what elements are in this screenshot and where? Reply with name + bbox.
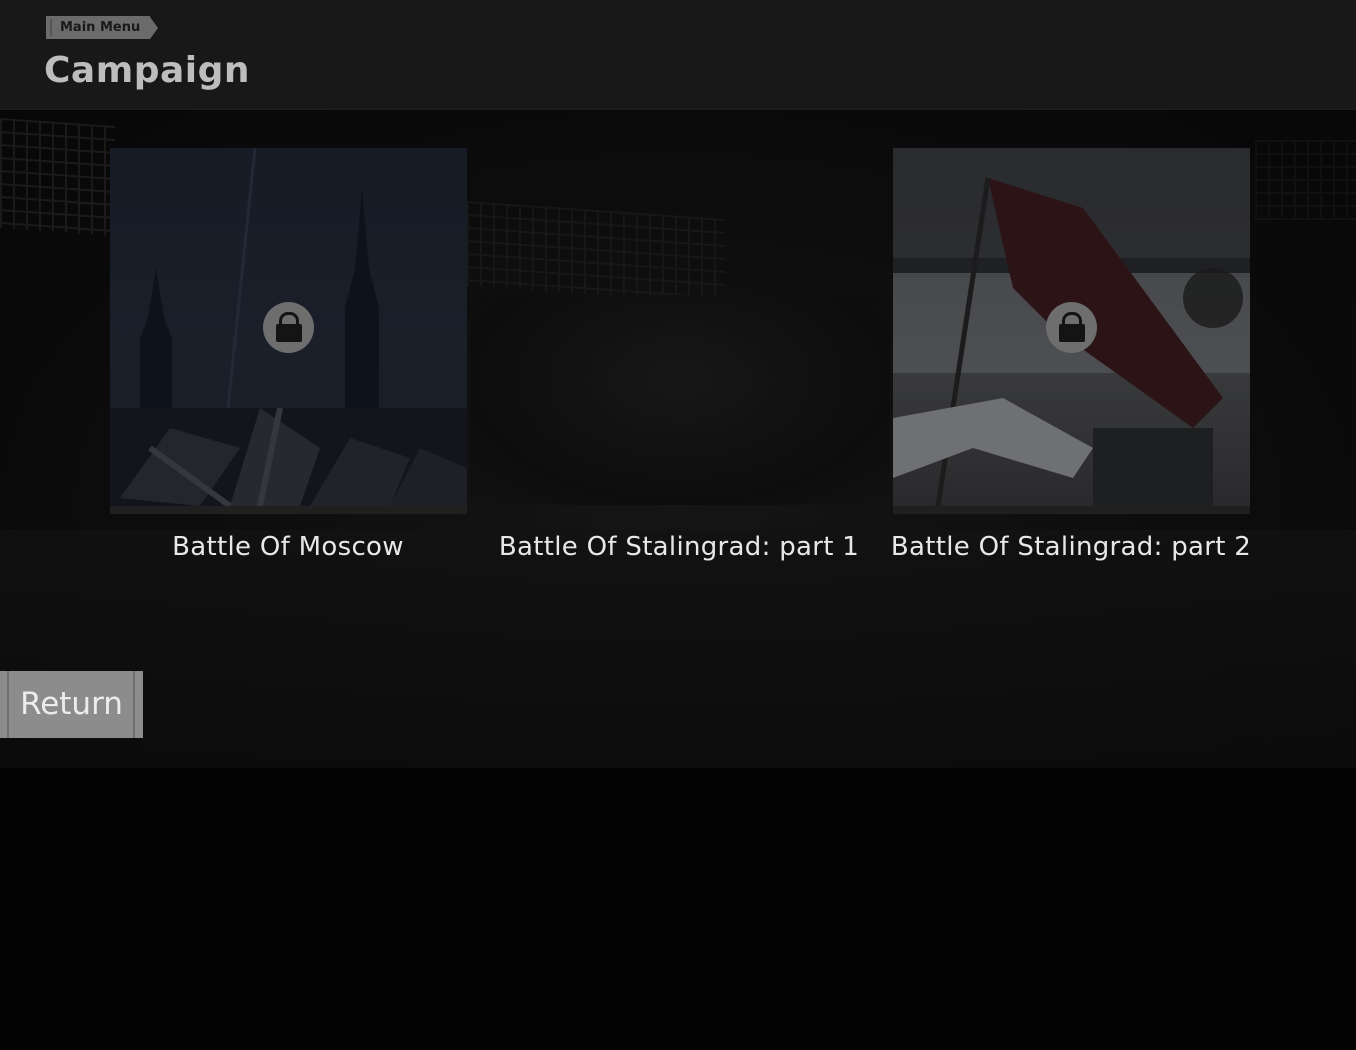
- page-title: Campaign: [44, 50, 251, 91]
- lock-icon: [1046, 302, 1097, 353]
- return-button[interactable]: Return: [0, 671, 143, 738]
- breadcrumb-main-menu[interactable]: Main Menu: [46, 16, 151, 39]
- breadcrumb-arrow-icon: [150, 16, 159, 39]
- hangar-window-grid: [1255, 140, 1356, 220]
- lock-icon: [263, 302, 314, 353]
- campaign-label-moscow[interactable]: Battle Of Moscow: [78, 532, 498, 562]
- hangar-window-grid: [0, 117, 115, 237]
- header-bar: Main Menu Campaign: [0, 0, 1356, 110]
- campaign-label-stalingrad-2[interactable]: Battle Of Stalingrad: part 2: [861, 532, 1281, 562]
- campaign-label-stalingrad-1[interactable]: Battle Of Stalingrad: part 1: [469, 532, 889, 562]
- card-progress-bar: [110, 506, 467, 514]
- breadcrumb[interactable]: Main Menu: [46, 16, 159, 39]
- campaign-art-moscow: [110, 148, 467, 506]
- campaign-card-stalingrad-2[interactable]: [893, 148, 1250, 514]
- campaign-card-stalingrad-1[interactable]: [501, 148, 858, 514]
- campaign-card-moscow[interactable]: [110, 148, 467, 514]
- hangar-floor: [0, 530, 1356, 768]
- card-progress-bar: [893, 506, 1250, 514]
- campaign-art-stalingrad: [893, 148, 1250, 506]
- return-button-label: Return: [20, 686, 123, 722]
